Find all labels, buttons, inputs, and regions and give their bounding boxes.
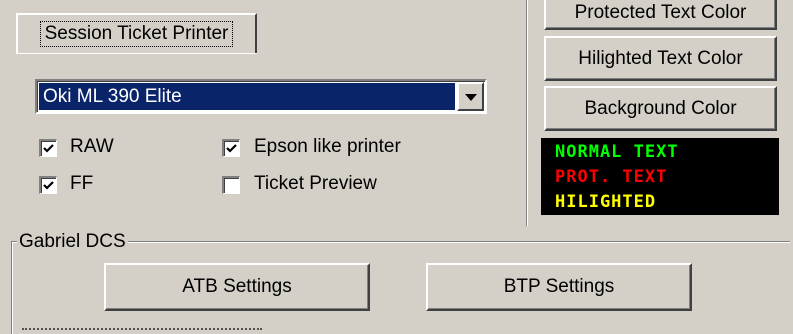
epson-like-printer-checkbox[interactable] — [222, 139, 240, 157]
preview-prot-text: PROT. TEXT — [555, 167, 668, 187]
ff-checkbox[interactable] — [39, 176, 57, 194]
ticket-preview-label: Ticket Preview — [254, 173, 377, 194]
hilighted-text-color-button[interactable]: Hilighted Text Color — [544, 36, 777, 81]
printer-select-dropdown-button[interactable] — [457, 82, 484, 111]
printer-select-value: Oki ML 390 Elite — [39, 83, 455, 110]
raw-checkbox[interactable] — [39, 139, 57, 157]
background-color-label: Background Color — [584, 97, 737, 119]
preview-hilighted-text: HILIGHTED — [555, 192, 657, 212]
separator-highlight — [527, 0, 528, 226]
chevron-down-icon — [464, 93, 477, 101]
atb-settings-label: ATB Settings — [182, 276, 292, 297]
check-icon — [226, 144, 237, 153]
atb-settings-button[interactable]: ATB Settings — [104, 263, 370, 311]
protected-text-color-button[interactable]: Protected Text Color — [544, 0, 777, 30]
tab-session-ticket-printer[interactable]: Session Ticket Printer — [16, 13, 257, 53]
settings-dialog: { "tabs": { "session_ticket_printer": "S… — [0, 0, 793, 334]
background-color-button[interactable]: Background Color — [544, 86, 777, 131]
btp-settings-button[interactable]: BTP Settings — [426, 263, 692, 311]
gabriel-dcs-group-title: Gabriel DCS — [17, 231, 128, 253]
group-frame-top-highlight — [12, 242, 790, 243]
btp-settings-label: BTP Settings — [503, 276, 615, 297]
ticket-preview-checkbox[interactable] — [222, 176, 240, 194]
epson-like-printer-label: Epson like printer — [254, 136, 401, 157]
ff-label: FF — [70, 173, 94, 194]
check-icon — [43, 181, 54, 190]
tab-label: Session Ticket Printer — [39, 21, 234, 47]
preview-normal-text: NORMAL TEXT — [555, 142, 679, 162]
clipped-bottom-label — [22, 326, 322, 334]
group-frame-left-highlight — [12, 242, 13, 334]
check-icon — [43, 144, 54, 153]
raw-label: RAW — [70, 136, 114, 157]
tab-panel-edge — [16, 53, 257, 54]
hilighted-text-color-label: Hilighted Text Color — [578, 47, 743, 69]
color-preview: NORMAL TEXT PROT. TEXT HILIGHTED — [541, 138, 779, 215]
printer-select[interactable]: Oki ML 390 Elite — [35, 79, 487, 114]
protected-text-color-label: Protected Text Color — [574, 2, 747, 23]
